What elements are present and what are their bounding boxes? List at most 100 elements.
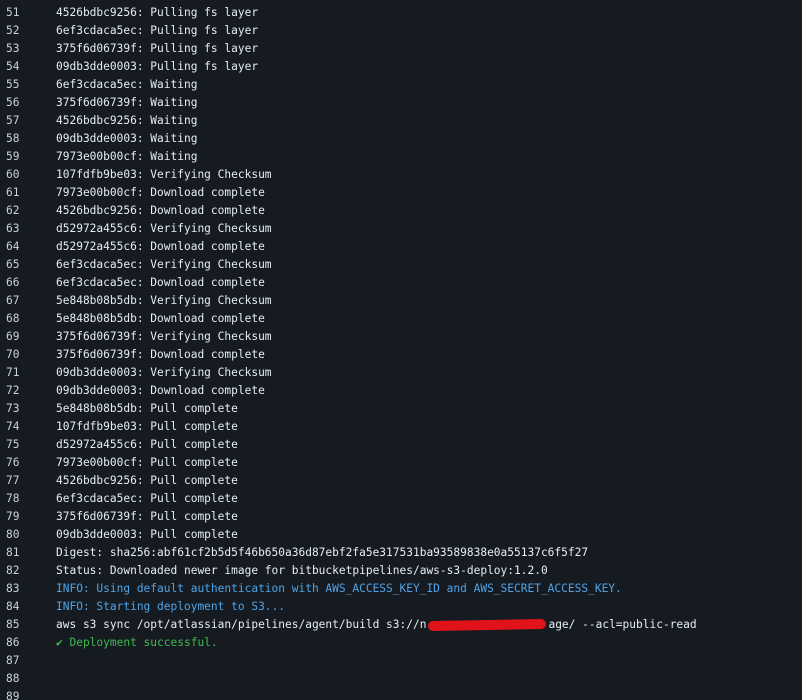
log-text: 7973e00b00cf: Pull complete	[56, 456, 238, 469]
log-text: 6ef3cdaca5ec: Verifying Checksum	[56, 258, 272, 271]
log-text: 09db3dde0003: Pulling fs layer	[56, 60, 259, 73]
line-number[interactable]: 81	[0, 544, 56, 562]
line-number[interactable]: 69	[0, 328, 56, 346]
line-number[interactable]: 54	[0, 58, 56, 76]
log-line: 76 7973e00b00cf: Pull complete	[0, 454, 802, 472]
line-number[interactable]: 57	[0, 112, 56, 130]
log-line: 64 d52972a455c6: Download complete	[0, 238, 802, 256]
line-number[interactable]: 68	[0, 310, 56, 328]
log-text: INFO: Using default authentication with …	[56, 582, 622, 595]
line-number[interactable]: 80	[0, 526, 56, 544]
log-line: 58 09db3dde0003: Waiting	[0, 130, 802, 148]
line-number[interactable]: 85	[0, 616, 56, 634]
log-line: 63 d52972a455c6: Verifying Checksum	[0, 220, 802, 238]
line-number[interactable]: 74	[0, 418, 56, 436]
log-line: 78 6ef3cdaca5ec: Pull complete	[0, 490, 802, 508]
log-text-before-redaction: aws s3 sync /opt/atlassian/pipelines/age…	[56, 618, 427, 631]
log-line: 53 375f6d06739f: Pulling fs layer	[0, 40, 802, 58]
log-text: 4526bdbc9256: Pulling fs layer	[56, 6, 259, 19]
line-number[interactable]: 72	[0, 382, 56, 400]
line-number[interactable]: 52	[0, 22, 56, 40]
line-number[interactable]: 76	[0, 454, 56, 472]
log-line: 60 107fdfb9be03: Verifying Checksum	[0, 166, 802, 184]
line-number[interactable]: 84	[0, 598, 56, 616]
log-text: 4526bdbc9256: Waiting	[56, 114, 198, 127]
log-text: 7973e00b00cf: Download complete	[56, 186, 265, 199]
line-number[interactable]: 55	[0, 76, 56, 94]
log-line: 83 INFO: Using default authentication wit…	[0, 580, 802, 598]
log-text: d52972a455c6: Pull complete	[56, 438, 238, 451]
line-number[interactable]: 83	[0, 580, 56, 598]
line-number[interactable]: 82	[0, 562, 56, 580]
pipeline-log: 51 4526bdbc9256: Pulling fs layer 52 6ef3cd…	[0, 0, 802, 700]
log-line: 79 375f6d06739f: Pull complete	[0, 508, 802, 526]
line-number[interactable]: 64	[0, 238, 56, 256]
log-text: 09db3dde0003: Verifying Checksum	[56, 366, 272, 379]
line-number[interactable]: 62	[0, 202, 56, 220]
log-line: 54 09db3dde0003: Pulling fs layer	[0, 58, 802, 76]
log-line: 56 375f6d06739f: Waiting	[0, 94, 802, 112]
line-number[interactable]: 60	[0, 166, 56, 184]
log-text: Status: Downloaded newer image for bitbu…	[56, 564, 548, 577]
log-line: 55 6ef3cdaca5ec: Waiting	[0, 76, 802, 94]
log-line: 71 09db3dde0003: Verifying Checksum	[0, 364, 802, 382]
line-number[interactable]: 77	[0, 472, 56, 490]
log-text: Digest: sha256:abf61cf2b5d5f46b650a36d87…	[56, 546, 589, 559]
line-number[interactable]: 75	[0, 436, 56, 454]
log-line: 68 5e848b08b5db: Download complete	[0, 310, 802, 328]
log-text: 375f6d06739f: Download complete	[56, 348, 265, 361]
log-line: 73 5e848b08b5db: Pull complete	[0, 400, 802, 418]
log-text: 5e848b08b5db: Verifying Checksum	[56, 294, 272, 307]
line-number[interactable]: 58	[0, 130, 56, 148]
line-number[interactable]: 65	[0, 256, 56, 274]
log-line: 89	[0, 688, 802, 700]
log-text: 6ef3cdaca5ec: Pulling fs layer	[56, 24, 259, 37]
line-number[interactable]: 89	[0, 688, 56, 700]
line-number[interactable]: 87	[0, 652, 56, 670]
log-line: 85 aws s3 sync /opt/atlassian/pipelines/a…	[0, 616, 802, 634]
line-number[interactable]: 63	[0, 220, 56, 238]
redaction-mark	[428, 618, 547, 632]
log-line: 65 6ef3cdaca5ec: Verifying Checksum	[0, 256, 802, 274]
log-line: 75 d52972a455c6: Pull complete	[0, 436, 802, 454]
line-number[interactable]: 66	[0, 274, 56, 292]
log-line: 81 Digest: sha256:abf61cf2b5d5f46b650a36d…	[0, 544, 802, 562]
log-line: 86 ✔ Deployment successful.	[0, 634, 802, 652]
log-line: 69 375f6d06739f: Verifying Checksum	[0, 328, 802, 346]
line-number[interactable]: 79	[0, 508, 56, 526]
log-text: 375f6d06739f: Waiting	[56, 96, 198, 109]
line-number[interactable]: 61	[0, 184, 56, 202]
log-text: 4526bdbc9256: Download complete	[56, 204, 265, 217]
log-text: 107fdfb9be03: Pull complete	[56, 420, 238, 433]
log-line: 88	[0, 670, 802, 688]
log-text: 375f6d06739f: Pulling fs layer	[56, 42, 259, 55]
line-number[interactable]: 70	[0, 346, 56, 364]
line-number[interactable]: 88	[0, 670, 56, 688]
line-number[interactable]: 73	[0, 400, 56, 418]
log-text: 6ef3cdaca5ec: Waiting	[56, 78, 198, 91]
line-number[interactable]: 78	[0, 490, 56, 508]
line-number[interactable]: 51	[0, 4, 56, 22]
log-line: 77 4526bdbc9256: Pull complete	[0, 472, 802, 490]
line-number[interactable]: 71	[0, 364, 56, 382]
log-line: 66 6ef3cdaca5ec: Download complete	[0, 274, 802, 292]
line-number[interactable]: 86	[0, 634, 56, 652]
log-text: 375f6d06739f: Pull complete	[56, 510, 238, 523]
log-line: 74 107fdfb9be03: Pull complete	[0, 418, 802, 436]
log-text: 09db3dde0003: Download complete	[56, 384, 265, 397]
log-text: 375f6d06739f: Verifying Checksum	[56, 330, 272, 343]
log-line: 51 4526bdbc9256: Pulling fs layer	[0, 4, 802, 22]
log-text: d52972a455c6: Download complete	[56, 240, 265, 253]
line-number[interactable]: 56	[0, 94, 56, 112]
line-number[interactable]: 67	[0, 292, 56, 310]
log-line: 82 Status: Downloaded newer image for bit…	[0, 562, 802, 580]
log-text: aws s3 sync /opt/atlassian/pipelines/age…	[56, 616, 697, 634]
log-line: 61 7973e00b00cf: Download complete	[0, 184, 802, 202]
line-number[interactable]: 59	[0, 148, 56, 166]
log-text: 6ef3cdaca5ec: Download complete	[56, 276, 265, 289]
log-line: 67 5e848b08b5db: Verifying Checksum	[0, 292, 802, 310]
line-number[interactable]: 53	[0, 40, 56, 58]
log-line: 84 INFO: Starting deployment to S3...	[0, 598, 802, 616]
log-line: 87	[0, 652, 802, 670]
log-line: 62 4526bdbc9256: Download complete	[0, 202, 802, 220]
